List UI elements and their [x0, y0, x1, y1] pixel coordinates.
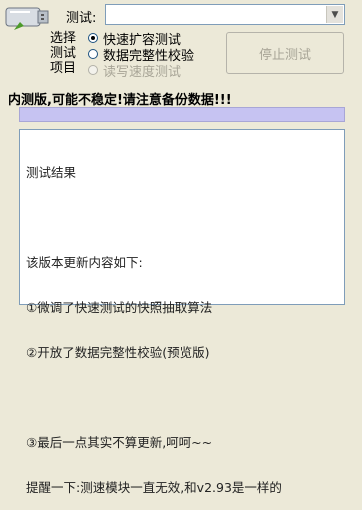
results-line: 提醒一下:测速模块一直无效,和v2.93是一样的: [26, 480, 282, 495]
test-label: 测试:: [66, 11, 97, 26]
test-options-label: 选择 测试 项目: [50, 31, 77, 76]
option-label: 读写速度测试: [103, 64, 182, 80]
results-line: [26, 390, 338, 405]
radio-button[interactable]: [88, 33, 98, 43]
chevron-down-icon[interactable]: ▼: [326, 6, 343, 23]
results-line: ①微调了快速测试的快照抽取算法: [26, 300, 213, 315]
radio-read-write-speed-test: 读写速度测试: [88, 62, 182, 80]
beta-warning: 内测版,可能不稳定!请注意备份数据!!!: [8, 93, 232, 108]
radio-button: [88, 65, 98, 75]
test-drive-select[interactable]: ▼: [105, 4, 345, 25]
progress-bar: [19, 107, 345, 122]
radio-button[interactable]: [88, 49, 98, 59]
results-line: ③最后一点其实不算更新,呵呵~~: [26, 435, 213, 450]
stop-test-button[interactable]: 停止测试: [226, 32, 344, 74]
results-line: ②开放了数据完整性校验(预览版): [26, 345, 210, 360]
results-line: [26, 210, 338, 225]
results-line: 测试结果: [26, 165, 77, 180]
results-textarea[interactable]: 测试结果 该版本更新内容如下: ①微调了快速测试的快照抽取算法 ②开放了数据完整…: [19, 129, 345, 495]
results-line: 该版本更新内容如下:: [26, 255, 143, 270]
